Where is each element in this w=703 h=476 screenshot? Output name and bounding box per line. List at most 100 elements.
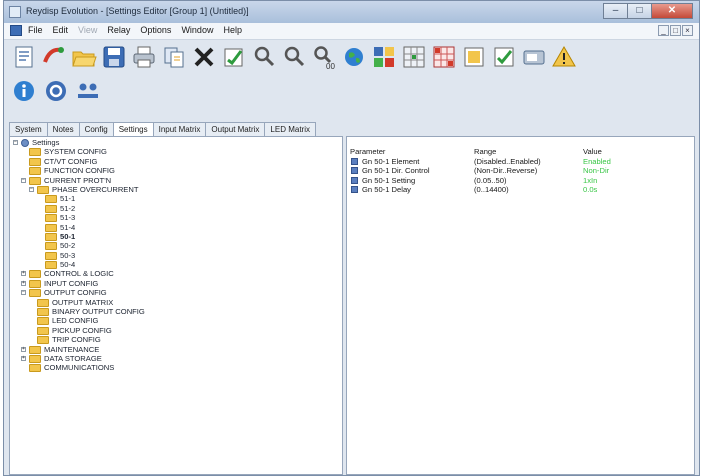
matrix-red-icon[interactable] (430, 44, 457, 71)
tree-label: PHASE OVERCURRENT (52, 184, 139, 194)
cell-parameter: Gn 50-1 Element (362, 156, 420, 166)
tree-label: PICKUP CONFIG (52, 325, 112, 335)
menu-edit[interactable]: Edit (53, 25, 69, 35)
find-icon[interactable] (250, 44, 277, 71)
menu-options[interactable]: Options (140, 25, 171, 35)
mdi-minimize-button[interactable]: _ (658, 25, 669, 36)
tree-label: SYSTEM CONFIG (44, 147, 107, 157)
tree-label: COMMUNICATIONS (44, 363, 115, 373)
expand-icon[interactable]: + (21, 271, 26, 277)
users-icon[interactable] (74, 78, 101, 105)
collapse-icon[interactable]: − (21, 290, 26, 296)
compare-icon[interactable] (220, 44, 247, 71)
menu-file[interactable]: File (28, 25, 43, 35)
folder-icon (29, 157, 41, 166)
tree-label: OUTPUT CONFIG (44, 288, 107, 298)
folder-icon (37, 298, 49, 307)
cell-value[interactable]: 1xIn (583, 176, 597, 186)
export-icon[interactable] (460, 44, 487, 71)
tree-label: LED CONFIG (52, 316, 99, 326)
tree-label: FUNCTION CONFIG (44, 166, 115, 176)
folder-open-icon (45, 232, 57, 241)
settings-tree-pane[interactable]: − Settings SYSTEM CONFIG CT/VT CONFIG FU… (9, 136, 343, 475)
setting-icon (351, 176, 358, 184)
svg-text:00: 00 (326, 62, 335, 70)
folder-icon (29, 167, 41, 176)
label-icon[interactable] (520, 44, 547, 71)
refresh-icon[interactable] (42, 78, 69, 105)
expand-icon[interactable]: + (21, 280, 26, 286)
tree-label: 50-3 (60, 250, 76, 260)
copy-icon[interactable] (160, 44, 187, 71)
expand-icon[interactable]: + (21, 346, 26, 352)
folder-icon (29, 148, 41, 157)
app-window: Reydisp Evolution - [Settings Editor [Gr… (3, 0, 700, 476)
cell-value[interactable]: 0.0s (583, 185, 597, 195)
window-title: Reydisp Evolution - [Settings Editor [Gr… (26, 6, 249, 16)
app-icon (9, 6, 21, 18)
tab-output-matrix[interactable]: Output Matrix (205, 122, 266, 137)
collapse-icon[interactable]: − (13, 140, 18, 145)
print-icon[interactable] (130, 44, 157, 71)
tab-config[interactable]: Config (78, 122, 114, 137)
menu-window[interactable]: Window (181, 25, 213, 35)
cell-parameter: Gn 50-1 Setting (362, 175, 416, 185)
open-folder-icon[interactable] (70, 44, 97, 71)
title-bar[interactable]: Reydisp Evolution - [Settings Editor [Gr… (4, 1, 699, 23)
mdi-restore-button[interactable]: □ (670, 25, 681, 36)
menu-help[interactable]: Help (223, 25, 242, 35)
folder-icon (37, 185, 49, 194)
parameter-pane: Parameter Range Value Gn 50-1 Element (D… (346, 136, 695, 475)
grid-icon[interactable] (370, 44, 397, 71)
cell-value[interactable]: Non-Dir (583, 166, 609, 176)
tree-label: Settings (32, 138, 60, 147)
column-header-parameter[interactable]: Parameter (350, 147, 385, 157)
cell-range: (Non-Dir..Reverse) (474, 166, 538, 175)
menu-relay[interactable]: Relay (107, 25, 130, 35)
delete-icon[interactable] (190, 44, 217, 71)
document-icon[interactable] (10, 25, 22, 36)
tab-led-matrix[interactable]: LED Matrix (264, 122, 316, 137)
column-header-range[interactable]: Range (474, 147, 496, 157)
check-icon[interactable] (490, 44, 517, 71)
tree-label: MAINTENANCE (44, 344, 100, 354)
settings-doc-icon[interactable] (10, 44, 37, 71)
tree-label: 50-4 (60, 260, 76, 270)
toolbar-secondary (4, 74, 699, 108)
tab-input-matrix[interactable]: Input Matrix (152, 122, 207, 137)
tree-label: 51-1 (60, 194, 76, 204)
expand-icon[interactable]: + (21, 355, 26, 361)
info-icon[interactable] (10, 78, 37, 105)
tree-label: TRIP CONFIG (52, 335, 101, 345)
cell-parameter: Gn 50-1 Delay (362, 185, 411, 194)
setting-icon (351, 157, 358, 165)
cell-value[interactable]: Enabled (583, 157, 611, 167)
warning-icon[interactable] (550, 44, 577, 71)
find-group-icon[interactable]: 00 (310, 44, 337, 71)
folder-icon (45, 261, 57, 270)
find-next-icon[interactable] (280, 44, 307, 71)
minimize-button[interactable]: – (603, 3, 628, 19)
toolbar-main: 00 (4, 40, 699, 74)
save-icon[interactable] (100, 44, 127, 71)
connect-icon[interactable] (40, 44, 67, 71)
collapse-icon[interactable]: − (21, 177, 26, 183)
matrix-icon[interactable] (400, 44, 427, 71)
cell-range: (Disabled..Enabled) (474, 156, 541, 166)
mdi-controls: _ □ × (658, 25, 693, 36)
column-header-value[interactable]: Value (583, 147, 602, 157)
menu-bar: File Edit View Relay Options Window Help… (4, 23, 699, 40)
globe-icon[interactable] (340, 44, 367, 71)
tree-label: 51-2 (60, 203, 76, 213)
tab-system[interactable]: System (9, 122, 48, 137)
close-button[interactable]: ✕ (651, 3, 693, 19)
maximize-button[interactable]: □ (627, 3, 652, 19)
menu-view[interactable]: View (78, 25, 97, 35)
tree-label: BINARY OUTPUT CONFIG (52, 307, 145, 317)
collapse-icon[interactable]: − (29, 186, 34, 192)
tab-notes[interactable]: Notes (46, 122, 80, 137)
window-controls: – □ ✕ (603, 3, 693, 19)
folder-icon (45, 214, 57, 223)
folder-icon (37, 336, 49, 345)
mdi-close-button[interactable]: × (682, 25, 693, 36)
